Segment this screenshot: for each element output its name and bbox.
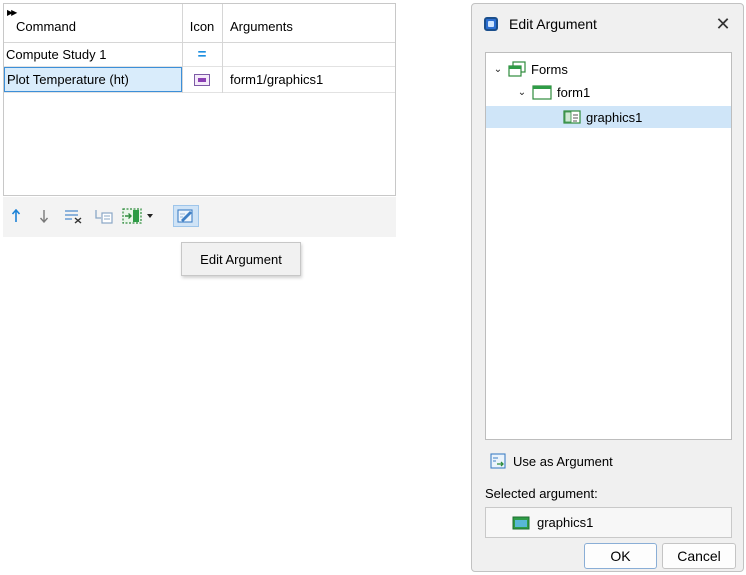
ok-button[interactable]: OK [584,543,657,569]
edit-argument-icon [177,209,193,223]
graphics-icon [512,516,530,529]
plot-icon [194,73,210,86]
move-up-icon [11,209,21,222]
selected-argument-value: graphics1 [537,515,594,530]
tree-node-forms[interactable]: ⌄ Forms [491,58,568,80]
table-row[interactable]: Compute Study 1 = [4,43,395,67]
dialog-title: Edit Argument [509,16,597,32]
dialog-titlebar[interactable]: Edit Argument ✕ [472,4,743,44]
insert-dropdown-button[interactable] [121,205,159,227]
icon-cell[interactable] [182,67,222,92]
header-icon[interactable]: Icon [182,4,222,42]
add-command-button[interactable] [93,205,115,227]
tree-label-graphics1: graphics1 [586,109,643,125]
cancel-button[interactable]: Cancel [662,543,736,569]
icon-cell[interactable]: = [182,43,222,66]
column-divider [222,4,223,93]
tree-label-forms: Forms [531,61,568,77]
move-down-button[interactable] [37,205,51,227]
tree-node-form1[interactable]: ⌄ form1 [515,81,590,103]
close-button[interactable]: ✕ [703,4,743,44]
header-command[interactable]: Command [4,4,182,42]
chevron-down-icon[interactable]: ⌄ [491,64,505,75]
insert-icon [122,208,153,224]
command-table: ▶▶ Command Icon Arguments Compute Study … [3,3,396,196]
equals-icon: = [197,46,207,63]
tree-node-graphics1[interactable]: graphics1 [486,106,731,128]
app-icon [484,17,498,31]
use-as-argument-button[interactable]: Use as Argument [490,453,613,469]
argument-tree[interactable]: ⌄ Forms ⌄ form1 graphics1 [485,52,732,440]
header-arguments[interactable]: Arguments [222,4,395,42]
delete-button[interactable] [63,205,85,227]
edit-argument-button[interactable] [173,205,199,227]
selected-argument-label: Selected argument: [485,486,598,501]
table-row[interactable]: Plot Temperature (ht) form1/graphics1 [4,67,395,93]
add-command-icon [95,210,113,224]
table-toolbar [3,197,396,237]
tree-label-form1: form1 [557,84,591,100]
chevron-down-icon[interactable]: ⌄ [515,87,529,98]
arguments-cell[interactable]: form1/graphics1 [222,67,395,92]
command-cell[interactable]: Plot Temperature (ht) [4,67,182,92]
graphics-icon [563,110,581,124]
tooltip: Edit Argument [181,242,301,276]
command-cell[interactable]: Compute Study 1 [4,43,182,66]
forms-icon [508,61,526,77]
delete-icon [65,210,82,224]
table-header: ▶▶ Command Icon Arguments [4,4,395,43]
form-icon [532,85,552,100]
use-as-argument-label: Use as Argument [513,453,613,469]
edit-argument-dialog: Edit Argument ✕ ⌄ Forms ⌄ form1 graphics… [471,3,744,572]
use-as-argument-icon [490,453,506,469]
column-divider [182,4,183,93]
arguments-cell[interactable] [222,43,395,66]
selected-argument-field: graphics1 [485,507,732,538]
move-up-button[interactable] [9,205,23,227]
move-down-icon [39,210,49,223]
